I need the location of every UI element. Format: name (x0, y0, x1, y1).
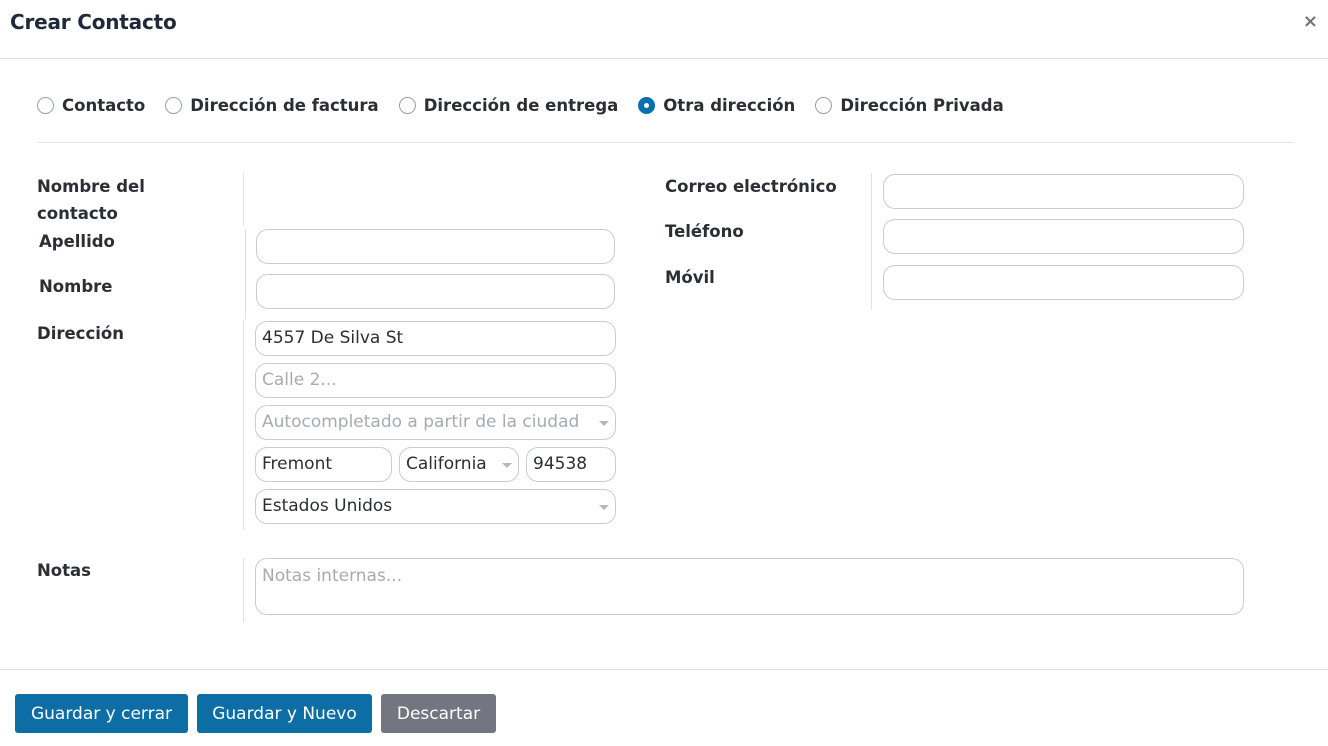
radio-label: Contacto (62, 95, 146, 115)
radio-button-checked[interactable] (638, 96, 656, 114)
field-separator (243, 558, 244, 622)
section-divider (37, 142, 1294, 143)
country-select[interactable]: Estados Unidos (255, 489, 616, 524)
radio-button[interactable] (37, 96, 54, 114)
chevron-down-icon (502, 463, 512, 468)
radio-contacto[interactable]: Contacto (37, 96, 145, 115)
city-autocomplete-select[interactable]: Autocompletado a partir de la ciudad (255, 405, 616, 440)
field-separator (871, 173, 872, 310)
chevron-down-icon (599, 421, 609, 426)
radio-button[interactable] (398, 96, 416, 114)
discard-button[interactable]: Descartar (381, 694, 496, 733)
lastname-label: Apellido (39, 232, 115, 251)
radio-label: Dirección de entrega (423, 95, 619, 115)
close-icon[interactable]: × (1303, 11, 1318, 32)
firstname-input[interactable] (256, 274, 615, 309)
state-select[interactable]: California (399, 447, 519, 482)
dialog-title: Crear Contacto (10, 10, 177, 34)
mobile-label: Móvil (665, 268, 715, 287)
street-input[interactable]: 4557 De Silva St (255, 321, 616, 356)
firstname-label: Nombre (39, 277, 113, 296)
city-input[interactable]: Fremont (255, 447, 392, 482)
phone-label: Teléfono (665, 222, 744, 241)
field-separator (243, 173, 244, 226)
radio-button[interactable] (165, 96, 183, 114)
radio-button[interactable] (815, 96, 833, 114)
notes-label: Notas (37, 561, 91, 580)
radio-otra-direccion[interactable]: Otra dirección (638, 96, 795, 115)
radio-label: Dirección de factura (190, 95, 379, 115)
dialog-header: Crear Contacto × (0, 0, 1328, 59)
footer-divider (0, 669, 1328, 670)
radio-label: Otra dirección (663, 95, 796, 115)
save-close-button[interactable]: Guardar y cerrar (15, 694, 188, 733)
radio-direccion-factura[interactable]: Dirección de factura (165, 95, 379, 115)
city-autocomplete-placeholder: Autocompletado a partir de la ciudad (262, 412, 580, 432)
phone-input[interactable] (883, 219, 1244, 254)
country-value: Estados Unidos (262, 496, 393, 516)
address-label: Dirección (37, 324, 124, 343)
radio-direccion-entrega[interactable]: Dirección de entrega (398, 95, 619, 115)
email-input[interactable] (883, 174, 1244, 209)
contact-name-label: Nombre del contacto (37, 177, 145, 223)
field-separator (243, 320, 244, 530)
save-new-button[interactable]: Guardar y Nuevo (197, 694, 372, 733)
zip-input[interactable]: 94538 (526, 447, 616, 482)
radio-direccion-privada[interactable]: Dirección Privada (815, 95, 1004, 115)
street2-input[interactable]: Calle 2... (255, 363, 616, 398)
email-label: Correo electrónico (665, 177, 837, 196)
field-separator (245, 229, 246, 319)
notes-textarea[interactable]: Notas internas... (255, 558, 1244, 615)
mobile-input[interactable] (883, 265, 1244, 300)
chevron-down-icon (599, 505, 609, 510)
address-type-radio-group: Contacto Dirección de factura Dirección … (37, 93, 1024, 117)
radio-label: Dirección Privada (840, 95, 1004, 115)
lastname-input[interactable] (256, 229, 615, 264)
